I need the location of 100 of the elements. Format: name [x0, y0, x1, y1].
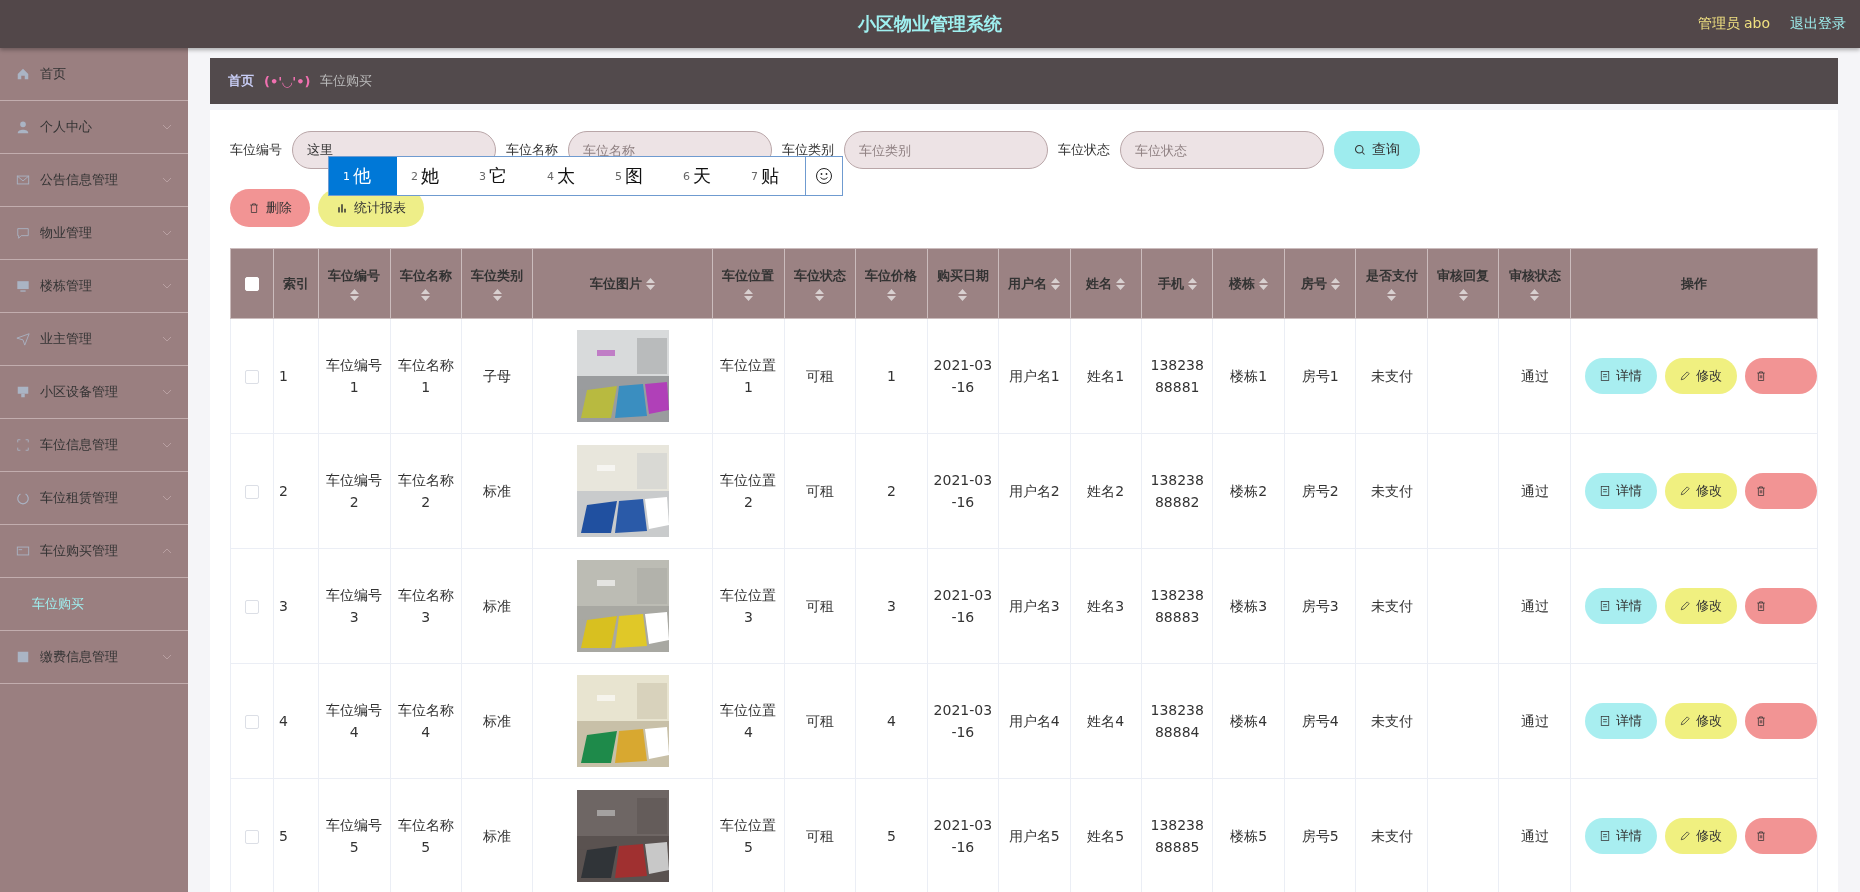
sidebar-item[interactable]: 物业管理 — [0, 207, 188, 260]
search-field[interactable]: 车位类别 — [844, 131, 1048, 169]
table-cell: 车位名称5 — [397, 816, 454, 855]
table-cell: 可租 — [805, 827, 834, 844]
row-checkbox[interactable] — [245, 714, 260, 729]
table-cell: 房号1 — [1301, 367, 1339, 384]
row-checkbox[interactable] — [245, 369, 260, 384]
edit-button[interactable]: 修改 — [1664, 703, 1737, 739]
delete-button[interactable] — [1744, 588, 1817, 624]
breadcrumb-current: 车位购买 — [320, 72, 373, 90]
sort-icon[interactable] — [1187, 277, 1197, 290]
sort-icon[interactable] — [421, 288, 431, 301]
detail-button[interactable]: 详情 — [1584, 473, 1657, 509]
sidebar-item[interactable]: 缴费信息管理 — [0, 631, 188, 684]
trash-icon — [1754, 485, 1767, 497]
sort-icon[interactable] — [1530, 288, 1540, 301]
sidebar-item[interactable]: 车位购买管理 — [0, 525, 188, 578]
ime-candidate[interactable]: 1 他 — [329, 157, 397, 195]
delete-button[interactable]: 删除 — [230, 189, 310, 227]
sort-icon[interactable] — [1116, 277, 1126, 290]
table-cell: 车位编号4 — [326, 701, 383, 740]
sort-icon[interactable] — [886, 288, 896, 301]
search-field[interactable]: 车位状态 — [1120, 131, 1324, 169]
admin-name: 管理员 abo — [1697, 15, 1770, 33]
table-cell: 未支付 — [1370, 827, 1413, 844]
emoji-icon[interactable] — [815, 167, 833, 185]
delete-button[interactable] — [1744, 703, 1817, 739]
sort-icon[interactable] — [1259, 277, 1269, 290]
row-checkbox[interactable] — [245, 484, 260, 499]
table-cell: 2 — [279, 482, 288, 499]
table-cell: 13823888884 — [1150, 701, 1204, 740]
table-cell: 标准 — [483, 712, 512, 729]
table-cell: 姓名3 — [1087, 597, 1125, 614]
sort-icon[interactable] — [743, 288, 753, 301]
sort-icon[interactable] — [349, 288, 359, 301]
sort-icon[interactable] — [815, 288, 825, 301]
table-cell: 标准 — [483, 482, 512, 499]
table-cell: 2021-03-16 — [933, 356, 993, 395]
select-all-checkbox[interactable] — [245, 277, 260, 292]
detail-button[interactable]: 详情 — [1584, 818, 1657, 854]
field-label: 车位类别 — [782, 141, 834, 159]
sidebar-item[interactable]: 公告信息管理 — [0, 154, 188, 207]
delete-button[interactable] — [1744, 473, 1817, 509]
detail-button[interactable]: 详情 — [1584, 588, 1657, 624]
detail-button[interactable]: 详情 — [1584, 358, 1657, 394]
edit-button[interactable]: 修改 — [1664, 358, 1737, 394]
bar-chart-icon — [336, 202, 348, 214]
table-cell: 标准 — [483, 827, 512, 844]
table-cell: 标准 — [483, 597, 512, 614]
sidebar-item[interactable]: 个人中心 — [0, 101, 188, 154]
column-header: 审核回复 — [1437, 266, 1490, 285]
table-cell: 车位编号2 — [326, 471, 383, 510]
table-cell: 姓名4 — [1087, 712, 1125, 729]
row-checkbox[interactable] — [245, 829, 260, 844]
table-cell: 2021-03-16 — [933, 586, 993, 625]
sidebar-item[interactable]: 业主管理 — [0, 313, 188, 366]
delete-button[interactable] — [1744, 358, 1817, 394]
sort-icon[interactable] — [958, 288, 968, 301]
table-cell: 13823888883 — [1150, 586, 1204, 625]
sort-icon[interactable] — [646, 277, 656, 290]
table-cell: 车位位置5 — [720, 816, 777, 855]
edit-button[interactable]: 修改 — [1664, 473, 1737, 509]
table-cell: 2021-03-16 — [933, 471, 993, 510]
table-cell: 通过 — [1520, 712, 1549, 729]
chat-icon — [16, 226, 30, 240]
table-cell: 13823888882 — [1150, 471, 1204, 510]
column-header: 车位位置 — [722, 266, 775, 285]
breadcrumb-home[interactable]: 首页 — [228, 72, 254, 90]
detail-button[interactable]: 详情 — [1584, 703, 1657, 739]
table-cell: 车位名称2 — [397, 471, 454, 510]
sort-icon[interactable] — [492, 288, 502, 301]
table-cell: 通过 — [1520, 597, 1549, 614]
column-header: 房号 — [1300, 274, 1327, 293]
sort-icon[interactable] — [1330, 277, 1340, 290]
table-cell: 车位名称1 — [397, 356, 454, 395]
table-cell: 未支付 — [1370, 597, 1413, 614]
pencil-icon — [1679, 485, 1692, 497]
table-cell: 3 — [279, 597, 288, 614]
sidebar-item[interactable]: 楼栋管理 — [0, 260, 188, 313]
table-cell: 用户名1 — [1008, 367, 1060, 384]
send-icon — [16, 332, 30, 346]
monitor-icon — [16, 279, 30, 293]
sort-icon[interactable] — [1387, 288, 1397, 301]
display-icon — [16, 385, 30, 399]
table-cell: 车位位置3 — [720, 586, 777, 625]
pencil-icon — [1679, 830, 1692, 842]
sort-icon[interactable] — [1458, 288, 1468, 301]
edit-button[interactable]: 修改 — [1664, 818, 1737, 854]
logout-link[interactable]: 退出登录 — [1790, 15, 1846, 33]
sidebar-item[interactable]: 小区设备管理 — [0, 366, 188, 419]
edit-button[interactable]: 修改 — [1664, 588, 1737, 624]
sidebar-item[interactable]: 首页 — [0, 48, 188, 101]
sidebar-item[interactable]: 车位租赁管理 — [0, 472, 188, 525]
column-header: 手机 — [1157, 274, 1184, 293]
sort-icon[interactable] — [1051, 277, 1061, 290]
delete-button[interactable] — [1744, 818, 1817, 854]
search-button[interactable]: 查询 — [1334, 131, 1420, 169]
row-checkbox[interactable] — [245, 599, 260, 614]
column-header: 车位名称 — [399, 266, 452, 285]
sidebar-item[interactable]: 车位信息管理 — [0, 419, 188, 472]
